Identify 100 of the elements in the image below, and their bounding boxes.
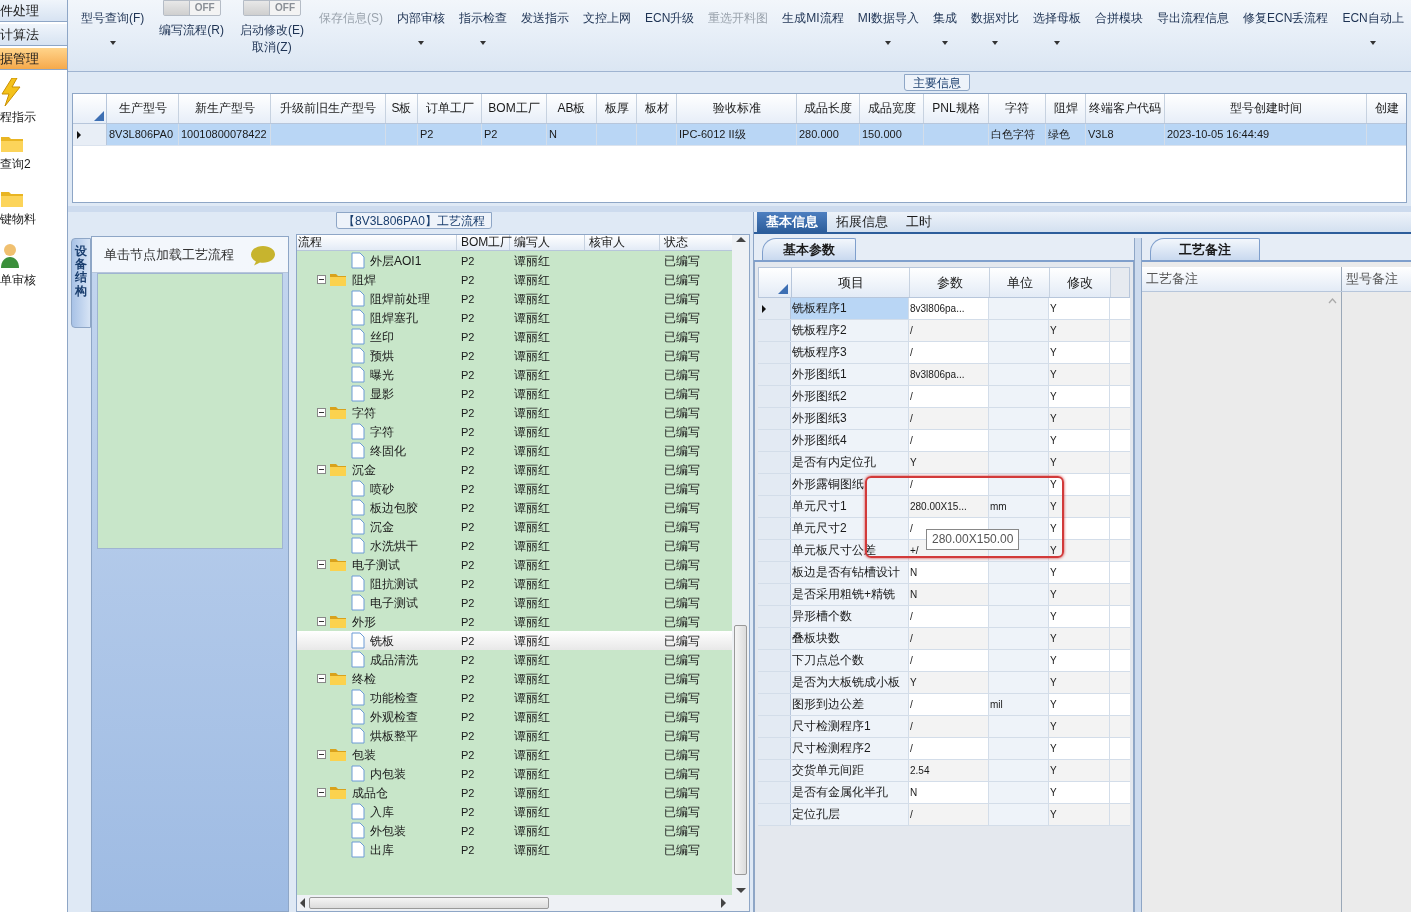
tree-label[interactable]: 曝光 [368, 365, 394, 384]
toolbar-button[interactable]: 发送指示 [514, 0, 576, 60]
tree-row[interactable]: 电子测试 P2 谭丽红 已编写 [297, 593, 732, 612]
scroll-thumb[interactable] [734, 625, 747, 875]
row-header[interactable] [758, 518, 791, 539]
tree-label[interactable]: 电子测试 [350, 555, 400, 574]
tab[interactable]: 基本信息 [757, 212, 827, 232]
toolbar-button[interactable]: 修复ECN丢流程 [1236, 0, 1336, 60]
tree-row[interactable]: 外形 P2 谭丽红 已编写 [297, 612, 732, 631]
column-header[interactable]: 订单工厂 [418, 94, 482, 123]
tree-row[interactable]: 丝印 P2 谭丽红 已编写 [297, 327, 732, 346]
tree-label[interactable]: 电子测试 [368, 593, 418, 612]
tree-row[interactable]: 阻焊前处理 P2 谭丽红 已编写 [297, 289, 732, 308]
column-header[interactable]: 参数 [910, 268, 990, 297]
scroll-up-icon[interactable] [735, 237, 746, 242]
row-header[interactable] [758, 606, 791, 627]
vertical-tab[interactable]: 设备结构 [71, 238, 91, 328]
column-header[interactable]: 板材 [637, 94, 677, 123]
column-header[interactable]: 流程 [297, 235, 457, 250]
scroll-right-icon[interactable] [721, 898, 726, 908]
row-header[interactable] [758, 716, 791, 737]
tree-row[interactable]: 喷砂 P2 谭丽红 已编写 [297, 479, 732, 498]
toolbar-button[interactable]: 生成MI流程 [775, 0, 851, 60]
tree-label[interactable]: 丝印 [368, 327, 394, 346]
collapse-icon[interactable] [317, 674, 326, 683]
row-header[interactable] [758, 738, 791, 759]
column-header[interactable]: 阻焊 [1046, 94, 1086, 123]
tree-row[interactable]: 曝光 P2 谭丽红 已编写 [297, 365, 732, 384]
tree-label[interactable]: 板边包胶 [368, 498, 418, 517]
tree-label[interactable]: 内包装 [368, 764, 406, 783]
column-header[interactable]: 升级前旧生产型号 [271, 94, 386, 123]
tree-label[interactable]: 阻焊前处理 [368, 289, 430, 308]
horizontal-scrollbar[interactable] [297, 895, 749, 911]
row-header[interactable] [758, 540, 791, 561]
tree-label[interactable]: 烘板整平 [368, 726, 418, 745]
row-header[interactable] [758, 628, 791, 649]
row-header[interactable] [758, 584, 791, 605]
tree-row[interactable]: 烘板整平 P2 谭丽红 已编写 [297, 726, 732, 745]
toolbar-button[interactable]: 编写流程(R) [159, 22, 224, 39]
toolbar-button[interactable]: 导出流程信息 [1150, 0, 1237, 60]
nav-tab[interactable]: 计算法 [0, 24, 67, 46]
toolbar-button[interactable]: 内部审核 [390, 0, 452, 60]
row-header[interactable] [758, 474, 791, 495]
collapse-icon[interactable] [317, 408, 326, 417]
row-header[interactable] [758, 760, 791, 781]
tree-row[interactable]: 阻焊塞孔 P2 谭丽红 已编写 [297, 308, 732, 327]
row-header[interactable] [758, 650, 791, 671]
tree-label[interactable]: 外层AOI1 [368, 251, 422, 270]
row-header[interactable] [758, 452, 791, 473]
vertical-scrollbar[interactable] [732, 235, 749, 895]
tree-label[interactable]: 预烘 [368, 346, 394, 365]
toolbar-button[interactable]: 指示检查 [452, 0, 514, 60]
column-header[interactable]: 成品长度 [797, 94, 860, 123]
column-header[interactable]: 终端客户代码 [1086, 94, 1165, 123]
row-header[interactable] [758, 672, 791, 693]
tree-row[interactable]: 铣板 P2 谭丽红 已编写 [297, 631, 732, 650]
column-header[interactable]: 字符 [989, 94, 1046, 123]
table-row[interactable]: 8V3L806PA0 10010800078422 P2 P2 N IPC-6012 II级 280.000 150.000 白色字符 绿色 V3L8 2023-10-05 16:44:49 [73, 124, 1406, 146]
tree-label[interactable]: 外形 [350, 612, 376, 631]
column-header[interactable]: 型号创建时间 [1165, 94, 1367, 123]
toolbar-button[interactable]: 启动修改(E) 取消(Z) [240, 22, 304, 56]
column-header[interactable]: S板 [386, 94, 418, 123]
tree-row[interactable]: 内包装 P2 谭丽红 已编写 [297, 764, 732, 783]
tree-label[interactable]: 出库 [368, 840, 394, 859]
nav-tab[interactable]: 据管理 [0, 48, 67, 70]
column-header[interactable]: BOM工厂 [457, 235, 510, 250]
splitter[interactable] [1134, 238, 1142, 912]
tree-row[interactable]: 外观检查 P2 谭丽红 已编写 [297, 707, 732, 726]
column-header[interactable]: 新生产型号 [179, 94, 271, 123]
tree-label[interactable]: 包装 [350, 745, 376, 764]
tab[interactable]: 工时 [897, 212, 941, 232]
row-header[interactable] [758, 804, 791, 825]
row-header[interactable] [758, 408, 791, 429]
toolbar-button[interactable]: MI数据导入 [850, 0, 927, 60]
toolbar-button[interactable]: 合拼模块 [1088, 0, 1151, 60]
toolbar-button[interactable]: 文控上网 [576, 0, 638, 60]
tree-row[interactable]: 包装 P2 谭丽红 已编写 [297, 745, 732, 764]
tree-row[interactable]: 水洗烘干 P2 谭丽红 已编写 [297, 536, 732, 555]
collapse-icon[interactable] [317, 560, 326, 569]
tree-label[interactable]: 成品清洗 [368, 650, 418, 669]
toolbar-button[interactable]: 数据对比 [964, 0, 1027, 60]
column-header[interactable]: 板厚 [597, 94, 637, 123]
tree-row[interactable]: 阻焊 P2 谭丽红 已编写 [297, 270, 732, 289]
tree-label[interactable]: 铣板 [368, 631, 394, 650]
panel-tab[interactable]: 基本参数 [762, 238, 856, 260]
tree-row[interactable]: 外包装 P2 谭丽红 已编写 [297, 821, 732, 840]
row-header[interactable] [758, 496, 791, 517]
column-header[interactable]: 项目 [792, 268, 910, 297]
shortcut-label[interactable]: 单审核 [0, 271, 36, 289]
tree-label[interactable]: 入库 [368, 802, 394, 821]
tree-label[interactable]: 功能检查 [368, 688, 418, 707]
row-header[interactable] [758, 320, 791, 341]
tree-row[interactable]: 终固化 P2 谭丽红 已编写 [297, 441, 732, 460]
tree-label[interactable]: 沉金 [350, 460, 376, 479]
row-header[interactable] [758, 430, 791, 451]
toolbar-button[interactable]: 型号查询(F) [74, 0, 152, 60]
tree-row[interactable]: 成品清洗 P2 谭丽红 已编写 [297, 650, 732, 669]
column-header[interactable]: AB板 [547, 94, 597, 123]
tree-label[interactable]: 水洗烘干 [368, 536, 418, 555]
tree-label[interactable]: 喷砂 [368, 479, 394, 498]
